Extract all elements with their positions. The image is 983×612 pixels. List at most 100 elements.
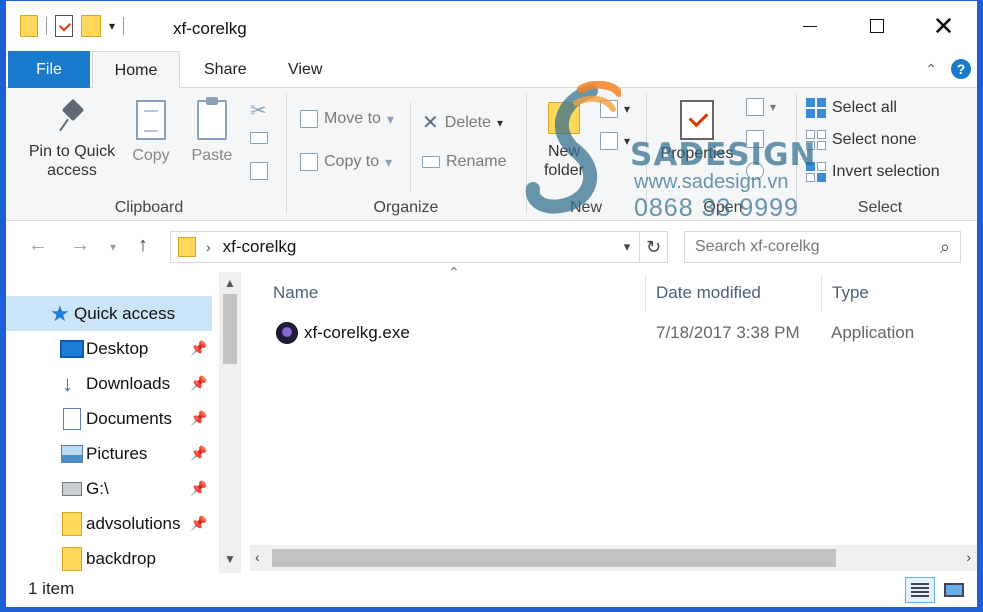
- toolbar-divider: [46, 17, 47, 35]
- tab-home[interactable]: Home: [92, 51, 180, 89]
- forward-button[interactable]: →: [70, 234, 90, 257]
- sidebar-item-label: Pictures: [86, 443, 148, 463]
- minimize-button[interactable]: [776, 1, 843, 51]
- invert-selection-button[interactable]: Invert selection: [806, 162, 940, 182]
- new-folder-icon[interactable]: [81, 15, 101, 37]
- scrollbar-thumb[interactable]: [272, 549, 836, 567]
- scrollbar-thumb[interactable]: [223, 294, 237, 364]
- sidebar-item-documents[interactable]: Documents 📌: [6, 401, 212, 436]
- paste-button[interactable]: Paste: [186, 97, 238, 165]
- sidebar-item-downloads[interactable]: ↓ Downloads 📌: [6, 366, 212, 401]
- tab-file[interactable]: File: [8, 51, 90, 88]
- select-all-label: Select all: [832, 99, 897, 116]
- cut-button[interactable]: ✂: [250, 98, 267, 123]
- properties-button[interactable]: Properties: [654, 100, 740, 163]
- new-group-label: New: [569, 199, 602, 216]
- pictures-icon: [61, 444, 83, 463]
- select-none-label: Select none: [832, 131, 917, 148]
- close-button[interactable]: ✕: [910, 1, 977, 51]
- delete-button[interactable]: ✕ Delete ▾: [422, 110, 503, 135]
- maximize-button[interactable]: [843, 1, 910, 51]
- scroll-up-icon[interactable]: ▲: [219, 276, 241, 290]
- file-date-modified: 7/18/2017 3:38 PM: [656, 323, 800, 342]
- recent-locations-dropdown[interactable]: ▾: [110, 240, 116, 254]
- scissors-icon: ✂: [250, 100, 267, 122]
- scroll-down-icon[interactable]: ▼: [219, 552, 241, 566]
- scroll-right-icon[interactable]: ›: [966, 549, 971, 565]
- select-none-button[interactable]: Select none: [806, 130, 917, 150]
- easy-access-icon: [600, 132, 618, 150]
- copy-button[interactable]: Copy: [126, 100, 176, 165]
- sidebar-item-quick-access[interactable]: ★ Quick access: [6, 296, 212, 331]
- history-button[interactable]: [746, 162, 764, 180]
- breadcrumb[interactable]: xf-corelkg: [223, 237, 297, 257]
- column-header-date-modified[interactable]: Date modified: [656, 272, 761, 314]
- chevron-right-icon[interactable]: ›: [206, 239, 211, 255]
- search-icon[interactable]: ⌕: [940, 237, 950, 258]
- new-folder-button[interactable]: New folder: [534, 102, 594, 180]
- sort-ascending-icon: ⌃: [448, 264, 460, 280]
- address-bar[interactable]: › xf-corelkg ▾ ↻: [170, 231, 668, 263]
- table-row[interactable]: xf-corelkg.exe 7/18/2017 3:38 PM Applica…: [266, 317, 956, 351]
- properties-icon[interactable]: [55, 15, 73, 37]
- sidebar-item-backdrop[interactable]: backdrop: [6, 541, 212, 576]
- sidebar-item-g-drive[interactable]: G:\ 📌: [6, 471, 212, 506]
- select-all-icon: [806, 98, 826, 118]
- edit-button[interactable]: [746, 130, 764, 148]
- pin-icon[interactable]: 📌: [190, 340, 207, 357]
- pin-icon[interactable]: 📌: [190, 410, 207, 427]
- collapse-ribbon-icon[interactable]: ⌃: [925, 61, 937, 78]
- back-button[interactable]: ←: [28, 234, 48, 257]
- help-icon[interactable]: ?: [951, 59, 971, 79]
- item-count: 1 item: [28, 579, 75, 598]
- pin-icon[interactable]: 📌: [190, 375, 207, 392]
- new-folder-label-line1: New: [547, 143, 580, 160]
- pin-icon[interactable]: 📌: [190, 515, 207, 532]
- easy-access-button[interactable]: ▾: [600, 132, 630, 150]
- sidebar-scrollbar[interactable]: ▲ ▼: [219, 272, 241, 573]
- close-icon: ✕: [932, 10, 955, 41]
- file-list-scrollbar[interactable]: ‹ ›: [250, 545, 977, 571]
- customize-toolbar-dropdown-icon[interactable]: ▾: [109, 19, 115, 33]
- copy-to-button[interactable]: Copy to ▾: [300, 153, 392, 171]
- documents-icon: [63, 407, 81, 430]
- sidebar-item-pictures[interactable]: Pictures 📌: [6, 436, 212, 471]
- new-item-button[interactable]: ▾: [600, 100, 630, 118]
- pin-to-quick-access-button[interactable]: Pin to Quick access: [18, 102, 126, 180]
- delete-label: Delete: [444, 113, 492, 131]
- chevron-down-icon: ▾: [497, 115, 504, 130]
- open-button[interactable]: ▾: [746, 98, 776, 116]
- copy-path-button[interactable]: [250, 132, 268, 144]
- sidebar-item-desktop[interactable]: Desktop 📌: [6, 331, 212, 366]
- tab-share[interactable]: Share: [186, 51, 265, 88]
- folder-icon: [62, 546, 82, 571]
- quick-access-toolbar: ▾: [20, 15, 125, 37]
- ribbon-divider: [526, 94, 527, 214]
- window-controls: ✕: [776, 1, 977, 51]
- column-divider[interactable]: [821, 274, 822, 312]
- column-header-name[interactable]: Name: [273, 272, 318, 314]
- sidebar-item-label: Downloads: [86, 373, 171, 393]
- rename-button[interactable]: Rename: [422, 153, 506, 171]
- select-all-button[interactable]: Select all: [806, 98, 897, 118]
- large-icons-view-button[interactable]: [939, 577, 969, 603]
- sidebar-item-advsolutions[interactable]: advsolutions 📌: [6, 506, 212, 541]
- new-item-icon: [600, 100, 618, 118]
- address-history-dropdown[interactable]: ▾: [615, 232, 639, 262]
- column-divider[interactable]: [645, 274, 646, 312]
- ribbon-divider: [286, 94, 287, 214]
- pin-icon[interactable]: 📌: [190, 445, 207, 462]
- search-input[interactable]: [695, 238, 915, 256]
- scroll-left-icon[interactable]: ‹: [255, 549, 260, 565]
- up-button[interactable]: ↑: [138, 234, 148, 257]
- column-header-type[interactable]: Type: [832, 272, 869, 314]
- minimize-icon: [802, 25, 817, 27]
- refresh-button[interactable]: ↻: [639, 232, 667, 262]
- details-view-button[interactable]: [905, 577, 935, 603]
- pin-icon[interactable]: 📌: [190, 480, 207, 497]
- paste-shortcut-button[interactable]: [250, 162, 268, 180]
- chevron-down-icon: ▾: [385, 153, 393, 170]
- tab-view[interactable]: View: [270, 51, 340, 88]
- move-to-button[interactable]: Move to ▾: [300, 110, 394, 128]
- paste-icon: [197, 97, 227, 140]
